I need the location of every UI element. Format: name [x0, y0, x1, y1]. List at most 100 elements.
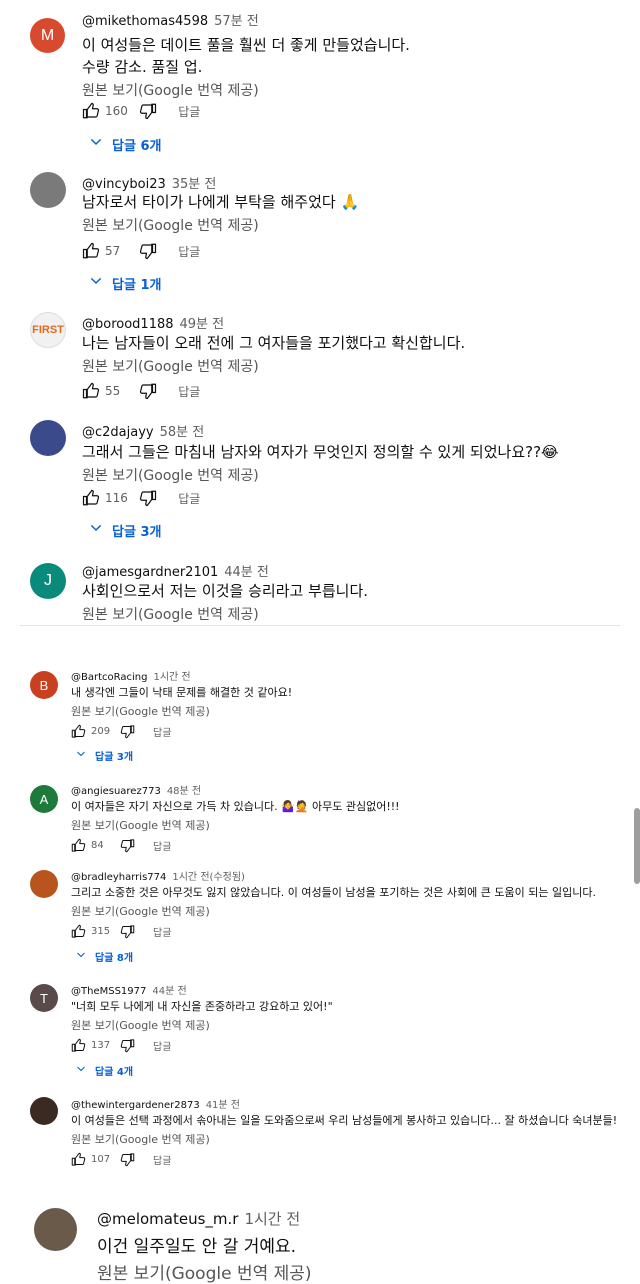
- comment-header: @mikethomas4598 57분 전: [82, 10, 259, 29]
- avatar[interactable]: [30, 1097, 58, 1125]
- comment-time[interactable]: 41분 전: [206, 1100, 240, 1111]
- see-original-link[interactable]: 원본 보기(Google 번역 제공): [82, 604, 259, 624]
- dislike-icon[interactable]: [120, 1038, 135, 1053]
- comment-author[interactable]: @jamesgardner2101: [82, 565, 218, 580]
- avatar[interactable]: [34, 1208, 77, 1251]
- like-icon[interactable]: [71, 838, 86, 853]
- dislike-icon[interactable]: [120, 724, 135, 739]
- comment-time[interactable]: 1시간 전: [244, 1210, 300, 1228]
- comment-actions: 137 답글: [71, 1038, 171, 1053]
- see-original-link[interactable]: 원본 보기(Google 번역 제공): [71, 1131, 210, 1147]
- like-icon[interactable]: [71, 924, 86, 939]
- avatar[interactable]: [30, 870, 58, 898]
- avatar-initial: M: [40, 26, 55, 44]
- avatar-initial: T: [40, 990, 48, 1006]
- avatar[interactable]: [30, 420, 66, 456]
- comment-author[interactable]: @BartcoRacing: [71, 672, 147, 683]
- reply-button[interactable]: 답글: [153, 924, 171, 939]
- see-original-link[interactable]: 원본 보기(Google 번역 제공): [82, 80, 259, 100]
- replies-count: 답글 6개: [112, 138, 162, 154]
- like-icon[interactable]: [82, 242, 100, 260]
- comment-author[interactable]: @borood1188: [82, 317, 174, 332]
- comment-time[interactable]: 44분 전: [152, 986, 186, 997]
- view-replies-button[interactable]: 답글 4개: [75, 1063, 133, 1078]
- comment-text-line: 수량 감소. 품질 업.: [82, 58, 203, 76]
- dislike-icon[interactable]: [139, 102, 157, 120]
- reply-button[interactable]: 답글: [153, 724, 171, 739]
- comment-time[interactable]: 57분 전: [214, 14, 259, 29]
- comment-time[interactable]: 49분 전: [180, 317, 225, 332]
- avatar-initial: B: [39, 677, 49, 693]
- avatar-initial: A: [39, 791, 49, 807]
- see-original-link[interactable]: 원본 보기(Google 번역 제공): [71, 703, 210, 719]
- avatar[interactable]: [30, 172, 66, 208]
- comment-header: @c2dajayy 58분 전: [82, 421, 204, 440]
- reply-button[interactable]: 답글: [178, 103, 200, 120]
- avatar[interactable]: M: [30, 18, 65, 53]
- comment-author[interactable]: @mikethomas4598: [82, 14, 208, 29]
- comment-author[interactable]: @angiesuarez773: [71, 786, 161, 797]
- comment-time[interactable]: 1시간 전: [153, 672, 190, 683]
- comment-text-line: 내 생각엔 그들이 낙태 문제를 해결한 것 같아요!: [71, 686, 293, 699]
- avatar[interactable]: J: [30, 563, 66, 599]
- see-original-link[interactable]: 원본 보기(Google 번역 제공): [71, 903, 210, 919]
- like-count: 116: [105, 491, 128, 505]
- reply-button[interactable]: 답글: [178, 383, 200, 400]
- view-replies-button[interactable]: 답글 3개: [75, 748, 133, 763]
- like-icon[interactable]: [71, 724, 86, 739]
- see-original-link[interactable]: 원본 보기(Google 번역 제공): [71, 817, 210, 833]
- comment-actions: 55 답글: [82, 382, 200, 400]
- comment-time[interactable]: 48분 전: [167, 786, 201, 797]
- see-original-link[interactable]: 원본 보기(Google 번역 제공): [82, 465, 259, 485]
- comment-time[interactable]: 58분 전: [160, 425, 205, 440]
- comment-author[interactable]: @TheMSS1977: [71, 986, 146, 997]
- reply-button[interactable]: 답글: [153, 1038, 171, 1053]
- comment-author[interactable]: @vincyboi23: [82, 177, 166, 192]
- reply-button[interactable]: 답글: [153, 838, 171, 853]
- dislike-icon[interactable]: [120, 838, 135, 853]
- comment-author[interactable]: @thewintergardener2873: [71, 1100, 200, 1111]
- avatar[interactable]: T: [30, 984, 58, 1012]
- avatar[interactable]: FIRST: [30, 312, 66, 348]
- like-count: 55: [105, 384, 121, 398]
- like-icon[interactable]: [82, 382, 100, 400]
- comment-text-line: 이 여자들은 자기 자신으로 가득 차 있습니다. 🤷‍♀️🤦 아무도 관심없어…: [71, 800, 400, 813]
- dislike-icon[interactable]: [139, 489, 157, 507]
- comment-actions: 107 답글: [71, 1152, 171, 1167]
- comment-time[interactable]: 44분 전: [224, 565, 269, 580]
- view-replies-button[interactable]: 답글 6개: [88, 134, 161, 154]
- like-icon[interactable]: [82, 489, 100, 507]
- view-replies-button[interactable]: 답글 8개: [75, 949, 133, 964]
- comment-text-line: 그리고 소중한 것은 아무것도 잃지 않았습니다. 이 여성들이 남성을 포기하…: [71, 886, 596, 899]
- comment-author[interactable]: @melomateus_m.r: [97, 1210, 238, 1228]
- chevron-down-icon: [88, 273, 104, 293]
- comment-time[interactable]: 35분 전: [172, 177, 217, 192]
- reply-button[interactable]: 답글: [178, 243, 200, 260]
- see-original-link[interactable]: 원본 보기(Google 번역 제공): [82, 215, 259, 235]
- comment-time[interactable]: 1시간 전(수정됨): [172, 872, 245, 883]
- avatar[interactable]: B: [30, 671, 58, 699]
- dislike-icon[interactable]: [120, 924, 135, 939]
- comment-author[interactable]: @c2dajayy: [82, 425, 154, 440]
- comment-actions: 209 답글: [71, 724, 171, 739]
- replies-count: 답글 3개: [95, 752, 134, 763]
- see-original-link[interactable]: 원본 보기(Google 번역 제공): [97, 1259, 312, 1284]
- reply-button[interactable]: 답글: [178, 490, 200, 507]
- comment-text-line: 이 여성들은 선택 과정에서 솎아내는 일을 도와줌으로써 우리 남성들에게 봉…: [71, 1114, 618, 1127]
- view-replies-button[interactable]: 답글 3개: [88, 520, 161, 540]
- chevron-down-icon: [75, 748, 87, 763]
- comment-author[interactable]: @bradleyharris774: [71, 872, 166, 883]
- like-icon[interactable]: [71, 1038, 86, 1053]
- view-replies-button[interactable]: 답글 1개: [88, 273, 161, 293]
- dislike-icon[interactable]: [139, 382, 157, 400]
- scrollbar[interactable]: [634, 808, 640, 884]
- see-original-link[interactable]: 원본 보기(Google 번역 제공): [71, 1017, 210, 1033]
- dislike-icon[interactable]: [120, 1152, 135, 1167]
- dislike-icon[interactable]: [139, 242, 157, 260]
- avatar[interactable]: A: [30, 785, 58, 813]
- comment-header: @bradleyharris774 1시간 전(수정됨): [71, 868, 245, 883]
- see-original-link[interactable]: 원본 보기(Google 번역 제공): [82, 356, 259, 376]
- like-icon[interactable]: [71, 1152, 86, 1167]
- reply-button[interactable]: 답글: [153, 1152, 171, 1167]
- like-icon[interactable]: [82, 102, 100, 120]
